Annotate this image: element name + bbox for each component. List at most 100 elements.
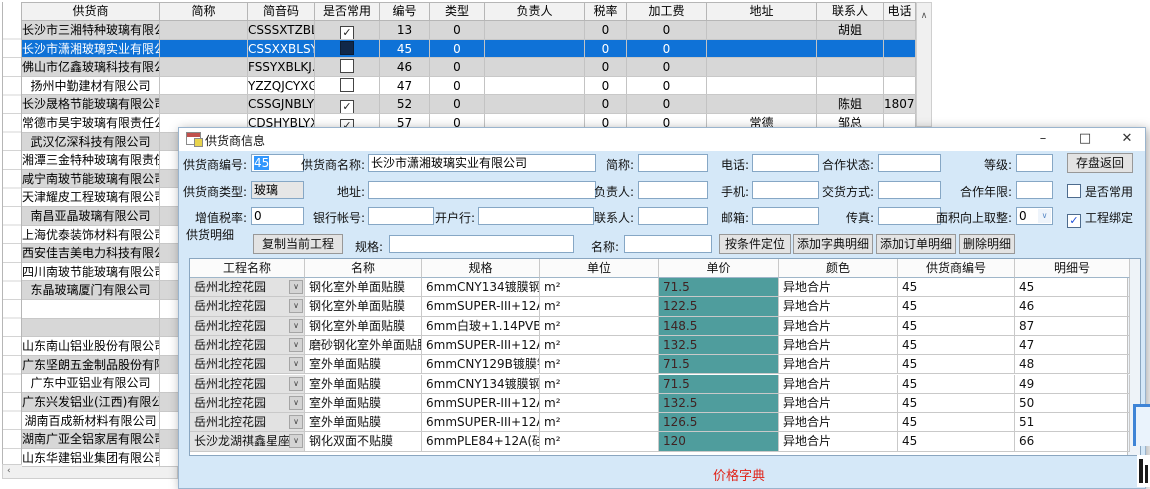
supplier-row[interactable]: 咸宁南玻节能玻璃有限公司 [22,170,178,189]
supplier-row[interactable]: 西安佳吉美电力科技有限公司 [22,244,178,263]
supplier-row[interactable]: 广东中亚铝业有限公司 [22,374,178,393]
detail-header-cell[interactable]: 名称 [305,259,422,278]
supplier-row[interactable]: 四川南玻节能玻璃有限公司 [22,263,178,282]
common-use-checkbox[interactable]: 是否常用 [1067,183,1133,200]
address-input[interactable] [368,181,596,199]
chevron-down-icon[interactable]: ∨ [289,280,303,294]
grid-header-cell[interactable]: 简音码 [248,2,315,21]
grid-header-cell[interactable]: 电话 [884,2,916,21]
detail-header-cell[interactable]: 单价 [659,259,779,278]
chevron-down-icon[interactable]: ∨ [289,319,303,333]
project-dropdown-cell[interactable]: 岳州北控花园∨ [190,278,305,297]
copy-project-button[interactable]: 复制当前工程 [253,234,343,254]
grid-header-cell[interactable]: 税率 [585,2,627,21]
project-dropdown-cell[interactable]: 岳州北控花园∨ [190,355,305,374]
bank-account-input[interactable] [368,207,434,225]
coop-years-input[interactable] [1016,181,1053,199]
project-dropdown-cell[interactable]: 岳州北控花园∨ [190,317,305,336]
supplier-row[interactable]: 广东兴发铝业(江西)有限公司 [22,393,178,412]
grid-header-cell[interactable]: 加工费 [627,2,707,21]
grid-header-cell[interactable]: 供货商 [22,2,160,21]
project-dropdown-cell[interactable]: 长沙龙湖祺鑫星座∨ [190,432,305,451]
common-checkbox-cell[interactable]: ✓ [315,95,380,113]
minimize-button[interactable]: – [1027,128,1059,151]
supplier-row[interactable]: 扬州中勤建材有限公司YZZQJCYXGS47000 [22,77,916,96]
supplier-row[interactable]: 广东坚朗五金制品股份有限公司 [22,356,178,375]
add-dict-detail-button[interactable]: 添加字典明细 [793,234,873,254]
grid-header-cell[interactable]: 简称 [160,2,248,21]
project-dropdown-cell[interactable]: 岳州北控花园∨ [190,394,305,413]
supplier-name-input[interactable]: 长沙市潇湘玻璃实业有限公司 [368,154,596,172]
chevron-down-icon[interactable]: ∨ [289,396,303,410]
common-checkbox-cell[interactable]: ✓ [315,21,380,39]
common-checkbox[interactable]: ✓ [340,26,354,39]
supplier-row[interactable]: 山东华建铝业集团有限公司 [22,449,178,468]
grid-header-cell[interactable]: 编号 [380,2,430,21]
chevron-down-icon[interactable]: ∨ [289,415,303,429]
delete-detail-button[interactable]: 删除明细 [959,234,1015,254]
supplier-row[interactable]: 长沙市潇湘玻璃实业有限公司CSSXXBLSY...45000 [22,40,916,59]
chevron-down-icon[interactable]: ∨ [289,299,303,313]
common-checkbox[interactable] [340,59,354,73]
supplier-row[interactable]: 武汉亿深科技有限公司 [22,133,178,152]
coop-status-input[interactable] [878,154,941,172]
common-checkbox[interactable]: ✓ [340,100,354,113]
supplier-id-input[interactable]: 45 [251,154,304,172]
grid-header-cell[interactable]: 负责人 [485,2,585,21]
detail-header-cell[interactable]: 供货商编号 [898,259,1015,278]
supplier-type-input[interactable]: 玻璃 [251,181,304,199]
scroll-left-icon[interactable]: ‹ [7,465,11,478]
spec-input[interactable] [389,235,574,253]
supplier-row[interactable]: 天津耀皮工程玻璃有限公司 [22,188,178,207]
scroll-up-icon[interactable]: ∧ [921,10,928,23]
supplier-row[interactable] [22,300,178,319]
save-return-button[interactable]: 存盘返回 [1067,153,1133,173]
project-dropdown-cell[interactable]: 岳州北控花园∨ [190,297,305,316]
supplier-row[interactable] [22,319,178,338]
supplier-row[interactable]: 湖南广亚全铝家居有限公司 [22,430,178,449]
project-dropdown-cell[interactable]: 岳州北控花园∨ [190,336,305,355]
grid-header-cell[interactable]: 地址 [707,2,817,21]
fax-input[interactable] [878,207,941,225]
project-dropdown-cell[interactable]: 岳州北控花园∨ [190,413,305,432]
common-checkbox-cell[interactable] [315,58,380,76]
maximize-button[interactable]: □ [1069,128,1101,151]
supplier-row[interactable]: 长沙市三湘特种玻璃有限公司CSSSXTZBL...✓13000胡姐 [22,21,916,40]
add-order-detail-button[interactable]: 添加订单明细 [876,234,956,254]
chevron-down-icon[interactable]: ∨ [289,338,303,352]
vertical-scrollbar[interactable]: ∧ [916,2,932,127]
supplier-row[interactable]: 佛山市亿鑫玻璃科技有限公司FSSYXBLKJ...46000 [22,58,916,77]
vat-rate-input[interactable]: 0 [251,207,304,225]
supplier-row[interactable]: 南昌亚晶玻璃有限公司 [22,207,178,226]
detail-header-cell[interactable]: 颜色 [779,259,898,278]
detail-header-cell[interactable]: 单位 [540,259,659,278]
project-dropdown-cell[interactable]: 岳州北控花园∨ [190,375,305,394]
round-up-select[interactable]: 0∨ [1016,207,1053,225]
supplier-row[interactable]: 上海优泰装饰材料有限公司 [22,226,178,245]
chevron-down-icon[interactable]: ∨ [289,434,303,448]
common-checkbox-cell[interactable] [315,77,380,95]
detail-header-cell[interactable]: 工程名称 [190,259,305,278]
supplier-row[interactable]: 东晶玻璃厦门有限公司 [22,281,178,300]
locate-by-condition-button[interactable]: 按条件定位 [719,234,791,254]
grid-header-cell[interactable]: 联系人 [817,2,884,21]
chevron-down-icon[interactable]: ∨ [1038,209,1051,223]
supplier-row[interactable]: 湖南百成新材料有限公司 [22,412,178,431]
supplier-row[interactable]: 湘潭三金特种玻璃有限责任公司 [22,151,178,170]
detail-header-cell[interactable]: 明细号 [1015,259,1130,278]
grid-header-cell[interactable]: 类型 [430,2,485,21]
detail-header-cell[interactable]: 规格 [422,259,540,278]
common-checkbox[interactable] [340,78,354,92]
name-input[interactable] [624,235,712,253]
grid-header-cell[interactable]: 是否常用 [315,2,380,21]
supplier-row[interactable]: 山东南山铝业股份有限公司 [22,337,178,356]
close-button[interactable]: ✕ [1111,128,1143,151]
grade-input[interactable] [1016,154,1053,172]
supplier-row[interactable]: 长沙晟格节能玻璃有限公司CSSGJNBLYXGS✓52000陈姐180751 [22,95,916,114]
chevron-down-icon[interactable]: ∨ [289,357,303,371]
common-checkbox[interactable] [340,41,354,55]
delivery-method-input[interactable] [878,181,941,199]
common-checkbox-cell[interactable] [315,40,380,58]
project-bind-checkbox[interactable]: ✓工程绑定 [1067,209,1133,228]
chevron-down-icon[interactable]: ∨ [289,377,303,391]
